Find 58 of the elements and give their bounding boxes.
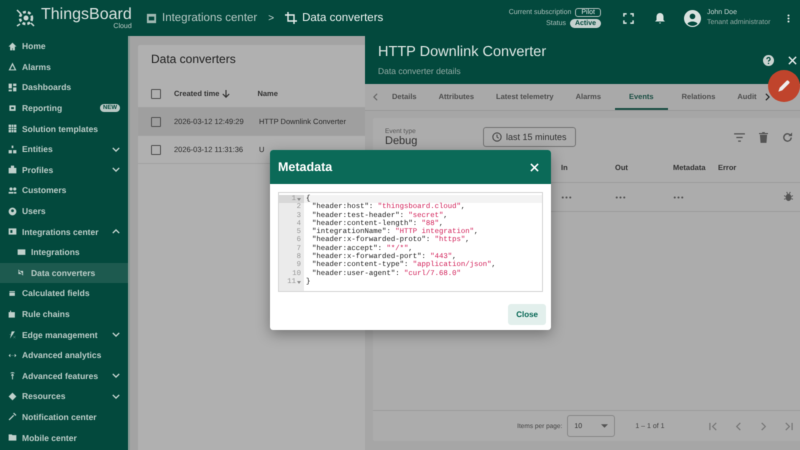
sidebar-item[interactable]: Calculated fields <box>0 283 128 304</box>
sidebar-item[interactable]: Dashboards <box>0 77 128 98</box>
sidebar-item[interactable]: Edge management <box>0 324 128 345</box>
filter-icon[interactable] <box>734 132 745 142</box>
first-page-icon[interactable] <box>708 422 718 430</box>
sidebar-item[interactable]: Alarms <box>0 56 128 78</box>
scroll-left-icon[interactable] <box>373 93 378 101</box>
close-icon[interactable] <box>788 56 797 64</box>
sidebar-item[interactable]: Advanced features <box>0 366 128 386</box>
sidebar-item[interactable]: Integrations center <box>0 221 128 242</box>
crop-icon <box>285 12 298 24</box>
breadcrumb-link[interactable]: Integrations center <box>162 12 258 24</box>
sidebar-item[interactable]: Customers <box>0 180 128 201</box>
close-button[interactable]: Close <box>508 304 546 325</box>
sidebar-item[interactable]: Mobile center <box>0 427 128 448</box>
sidebar-item[interactable]: Solution templates <box>0 118 128 139</box>
avatar-icon[interactable] <box>684 10 701 26</box>
breadcrumb-separator: > <box>268 12 274 24</box>
sidebar-item[interactable]: Users <box>0 200 128 222</box>
fold-icon[interactable] <box>297 198 301 201</box>
clock-icon <box>492 132 502 142</box>
scroll-right-icon[interactable] <box>764 93 770 101</box>
previous-page-icon[interactable] <box>734 422 743 430</box>
sidebar-item[interactable]: Profiles <box>0 160 128 180</box>
sidebar-item[interactable]: Data converters <box>0 262 128 284</box>
sidebar-item[interactable]: Entities <box>0 138 128 160</box>
checkbox[interactable] <box>151 116 161 126</box>
time-range-button[interactable]: last 15 minutes <box>483 127 576 147</box>
breadcrumb-link[interactable]: Data converters <box>302 12 384 24</box>
last-page-icon[interactable] <box>784 422 793 430</box>
details-subtitle: Data converter details <box>378 66 462 76</box>
sidebar-item[interactable]: Advanced analytics <box>0 344 128 366</box>
app-name: ThingsBoard <box>41 6 132 22</box>
next-page-icon[interactable] <box>758 422 768 430</box>
more-icon[interactable] <box>561 196 572 199</box>
more-icon[interactable] <box>615 196 626 199</box>
sidebar-item[interactable]: Notification center <box>0 406 128 428</box>
checkbox[interactable] <box>151 144 161 154</box>
refresh-icon[interactable] <box>782 132 793 142</box>
more-icon[interactable] <box>673 196 684 199</box>
edit-button[interactable] <box>768 70 800 102</box>
details-title: HTTP Downlink Converter <box>378 44 546 60</box>
delete-icon[interactable] <box>758 132 768 142</box>
more-vertical-icon[interactable] <box>787 12 790 24</box>
fold-icon[interactable] <box>297 280 301 284</box>
checkbox[interactable] <box>151 88 161 98</box>
card-title: Data converters <box>150 51 237 68</box>
bug-icon <box>784 191 793 202</box>
notification-bell-icon[interactable] <box>654 12 666 24</box>
sort-arrow-icon[interactable] <box>222 90 230 98</box>
sidebar-item[interactable]: Integrations <box>0 242 128 263</box>
sidebar-item[interactable]: Home <box>0 36 128 57</box>
caret-icon <box>601 424 608 428</box>
help-icon[interactable] <box>762 54 774 66</box>
sidebar-item[interactable]: Rule chains <box>0 304 128 324</box>
code-editor[interactable] <box>278 192 543 292</box>
sidebar-item[interactable]: Resources <box>0 386 128 407</box>
fullscreen-icon[interactable] <box>623 12 634 24</box>
